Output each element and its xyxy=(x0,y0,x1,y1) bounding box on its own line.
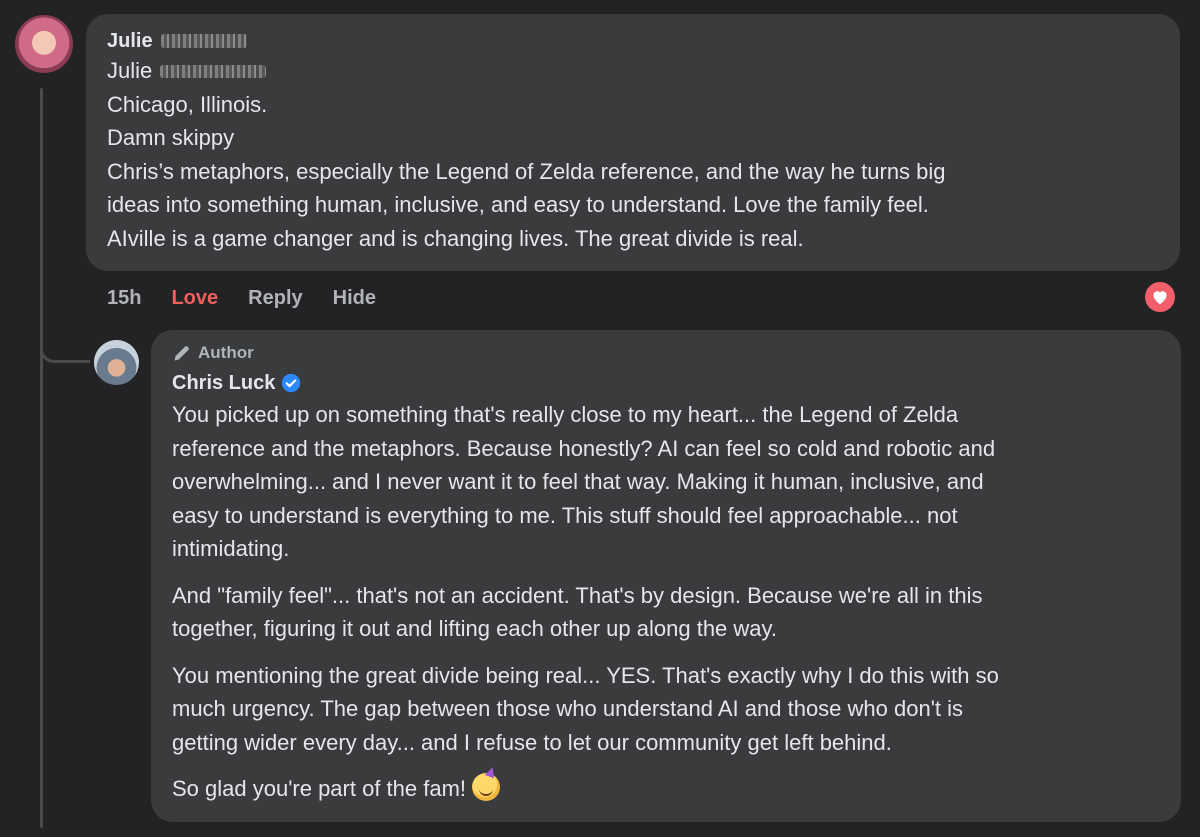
hide-button[interactable]: Hide xyxy=(333,284,376,312)
reply-line: So glad you're part of the fam! xyxy=(172,772,1161,806)
reply-paragraph: You picked up on something that's really… xyxy=(172,398,1161,566)
comment-line: Julie xyxy=(107,54,1160,88)
reply-paragraph: So glad you're part of the fam! xyxy=(172,772,1161,806)
reply-text: You picked up on something that's really… xyxy=(172,398,1161,806)
author-badge-label: Author xyxy=(198,343,254,362)
reply-paragraph: And "family feel"... that's not an accid… xyxy=(172,579,1161,646)
reply-line: much urgency. The gap between those who … xyxy=(172,696,964,721)
reply-line: getting wider every day... and I refuse … xyxy=(172,729,892,755)
reply-line: You picked up on something that's really… xyxy=(172,402,959,427)
reply-connector xyxy=(40,318,90,363)
reply-author-name[interactable]: Chris Luck xyxy=(172,370,275,396)
comment-actions: 15h Love Reply Hide xyxy=(107,284,376,312)
heart-icon xyxy=(1153,291,1167,305)
pencil-icon xyxy=(174,346,189,361)
reply-line: intimidating. xyxy=(172,536,290,561)
redacted-surname xyxy=(160,65,267,78)
reply-line: reference and the metaphors. Because hon… xyxy=(172,435,996,461)
thread-line xyxy=(40,88,43,828)
reply-line: You mentioning the great divide being re… xyxy=(172,662,999,688)
redacted-surname xyxy=(160,34,247,48)
reply-paragraph: You mentioning the great divide being re… xyxy=(172,659,1161,760)
heart-reaction-badge[interactable] xyxy=(1143,280,1177,314)
reply-line: easy to understand is everything to me. … xyxy=(172,502,958,528)
reply-button[interactable]: Reply xyxy=(248,284,302,312)
comment-timestamp[interactable]: 15h xyxy=(107,284,141,312)
comment-author-name[interactable]: Julie xyxy=(107,28,153,54)
reply-bubble: Author Chris Luck You picked up on somet… xyxy=(151,330,1181,822)
comment-line: AIville is a game changer and is changin… xyxy=(107,225,804,251)
comment-author[interactable]: Julie xyxy=(107,28,1160,54)
comment-bubble: Julie Julie Chicago, Illinois. Damn skip… xyxy=(86,14,1180,271)
comment-line: ideas into something human, inclusive, a… xyxy=(107,192,929,217)
love-button[interactable]: Love xyxy=(171,284,218,312)
comment-line: Chicago, Illinois. xyxy=(107,91,268,117)
reply-line: overwhelming... and I never want it to f… xyxy=(172,469,984,494)
comment-line: Chris’s metaphors, especially the Legend… xyxy=(107,158,946,184)
author-badge: Author xyxy=(172,342,1161,364)
comment-text: Julie Chicago, Illinois. Damn skippy Chr… xyxy=(107,54,1160,255)
reply-line: And "family feel"... that's not an accid… xyxy=(172,582,983,608)
partying-face-emoji xyxy=(472,773,501,801)
reply-author[interactable]: Chris Luck xyxy=(172,370,1161,396)
avatar-chris[interactable] xyxy=(94,340,139,385)
reply-line: together, figuring it out and lifting ea… xyxy=(172,616,777,641)
avatar-julie[interactable] xyxy=(15,15,73,73)
comment-line: Damn skippy xyxy=(107,125,235,150)
verified-check-icon xyxy=(281,373,301,393)
